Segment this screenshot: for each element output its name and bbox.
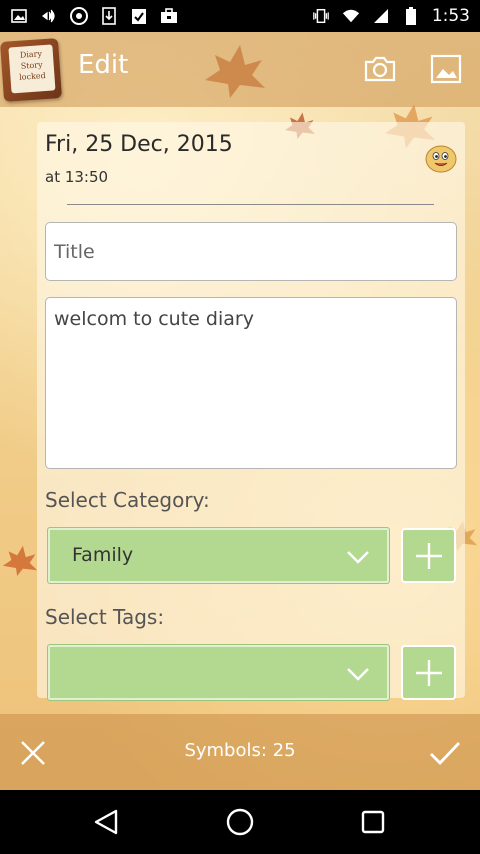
tags-label: Select Tags: — [45, 605, 165, 629]
recents-button[interactable] — [357, 806, 389, 838]
entry-time[interactable]: at 13:50 — [45, 168, 108, 186]
tags-dropdown[interactable] — [47, 644, 390, 701]
battery-icon — [402, 7, 420, 25]
save-button[interactable] — [428, 736, 462, 770]
mood-button[interactable] — [425, 144, 457, 174]
home-button[interactable] — [224, 806, 256, 838]
page-title: Edit — [78, 50, 129, 80]
cast-icon — [40, 7, 58, 25]
check-icon — [430, 742, 461, 766]
gallery-icon — [430, 54, 462, 84]
symbols-count: Symbols: 25 — [184, 740, 296, 761]
chevron-down-icon — [347, 668, 369, 681]
smiley-icon — [425, 145, 457, 173]
back-icon — [94, 809, 118, 835]
status-notifications — [10, 7, 178, 25]
plus-icon — [415, 659, 442, 686]
status-system: 1:53 — [312, 6, 470, 26]
camera-icon — [364, 56, 396, 82]
entry-card: Fri, 25 Dec, 2015 at 13:50 Select Catego… — [37, 122, 465, 701]
aperture-icon — [70, 7, 88, 25]
title-input[interactable] — [45, 222, 457, 281]
add-tag-button[interactable] — [401, 645, 456, 700]
briefcase-icon — [160, 7, 178, 25]
plus-icon — [415, 542, 442, 569]
category-label: Select Category: — [45, 488, 210, 512]
camera-button[interactable] — [362, 52, 398, 86]
add-category-button[interactable] — [401, 528, 456, 583]
home-icon — [226, 808, 254, 836]
status-bar: 1:53 — [0, 0, 480, 32]
status-time: 1:53 — [431, 6, 470, 26]
back-button[interactable] — [90, 806, 122, 838]
download-icon — [100, 7, 118, 25]
clipboard-check-icon — [130, 7, 148, 25]
vibrate-icon — [312, 7, 330, 25]
logo-line: locked — [18, 70, 47, 82]
entry-body-textarea[interactable] — [45, 297, 457, 469]
divider — [67, 204, 434, 205]
bottom-action-bar: Symbols: 25 — [0, 714, 480, 790]
category-dropdown[interactable]: Family — [47, 527, 390, 584]
recents-icon — [361, 810, 385, 834]
navigation-bar — [0, 790, 480, 854]
leaf-decoration — [2, 545, 38, 576]
gallery-button[interactable] — [428, 52, 464, 86]
wifi-icon — [342, 7, 360, 25]
category-selected: Family — [72, 544, 134, 566]
image-icon — [10, 7, 28, 25]
app-logo[interactable]: Diary Story locked — [0, 38, 63, 102]
signal-icon — [372, 7, 390, 25]
app-bar: Diary Story locked Edit — [0, 32, 480, 107]
chevron-down-icon — [347, 551, 369, 564]
logo-page: Diary Story locked — [8, 44, 56, 94]
entry-date[interactable]: Fri, 25 Dec, 2015 — [45, 132, 233, 157]
